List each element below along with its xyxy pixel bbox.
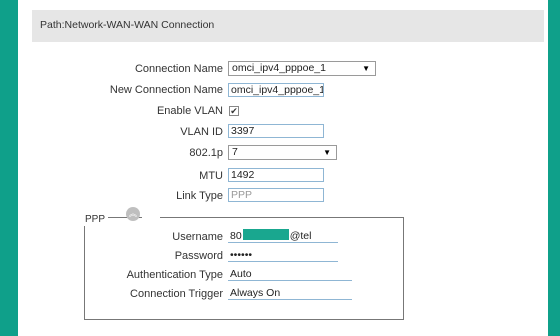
new-connection-name-input[interactable]: omci_ipv4_pppoe_1 <box>228 83 324 97</box>
auth-type-select[interactable]: Auto <box>228 267 352 281</box>
auth-type-label: Authentication Type <box>126 269 223 281</box>
vlan-id-input[interactable]: 3397 <box>228 124 324 138</box>
connection-name-select[interactable]: omci_ipv4_pppoe_1 ▼ <box>228 61 376 76</box>
password-label: Password <box>174 250 223 262</box>
username-prefix: 80 <box>230 230 242 242</box>
password-input[interactable]: •••••• <box>228 248 338 262</box>
groupbox-gap <box>142 214 160 218</box>
link-type-input: PPP <box>228 188 324 202</box>
checkmark-icon: ✔ <box>230 106 238 116</box>
breadcrumb-text: Path:Network-WAN-WAN Connection <box>40 19 215 31</box>
username-input[interactable]: 80 @tel <box>228 229 338 243</box>
chevron-down-icon: ▼ <box>323 148 331 157</box>
redaction-block <box>242 229 289 240</box>
link-type-label: Link Type <box>176 190 223 202</box>
new-connection-name-label: New Connection Name <box>109 84 223 96</box>
settings-panel: Path:Network-WAN-WAN Connection Connecti… <box>18 0 548 336</box>
chevron-down-icon: ▼ <box>362 64 370 73</box>
dot1p-value: 7 <box>232 146 238 158</box>
enable-vlan-label: Enable VLAN <box>156 105 223 117</box>
collapse-icon[interactable]: ︽ <box>126 207 140 221</box>
breadcrumb: Path:Network-WAN-WAN Connection <box>32 10 544 42</box>
username-suffix: @tel <box>289 230 312 242</box>
conn-trigger-label: Connection Trigger <box>130 288 223 300</box>
mtu-label: MTU <box>199 170 223 182</box>
connection-name-label: Connection Name <box>134 63 223 75</box>
ppp-group-title: PPP <box>82 214 109 226</box>
mtu-input[interactable]: 1492 <box>228 168 324 182</box>
vlan-id-label: VLAN ID <box>180 126 223 138</box>
dot1p-select[interactable]: 7 ▼ <box>228 145 337 160</box>
connection-name-value: omci_ipv4_pppoe_1 <box>232 62 326 74</box>
dot1p-label: 802.1p <box>189 147 223 159</box>
enable-vlan-checkbox[interactable]: ✔ <box>229 106 239 116</box>
conn-trigger-select[interactable]: Always On <box>228 286 352 300</box>
username-label: Username <box>172 231 223 243</box>
